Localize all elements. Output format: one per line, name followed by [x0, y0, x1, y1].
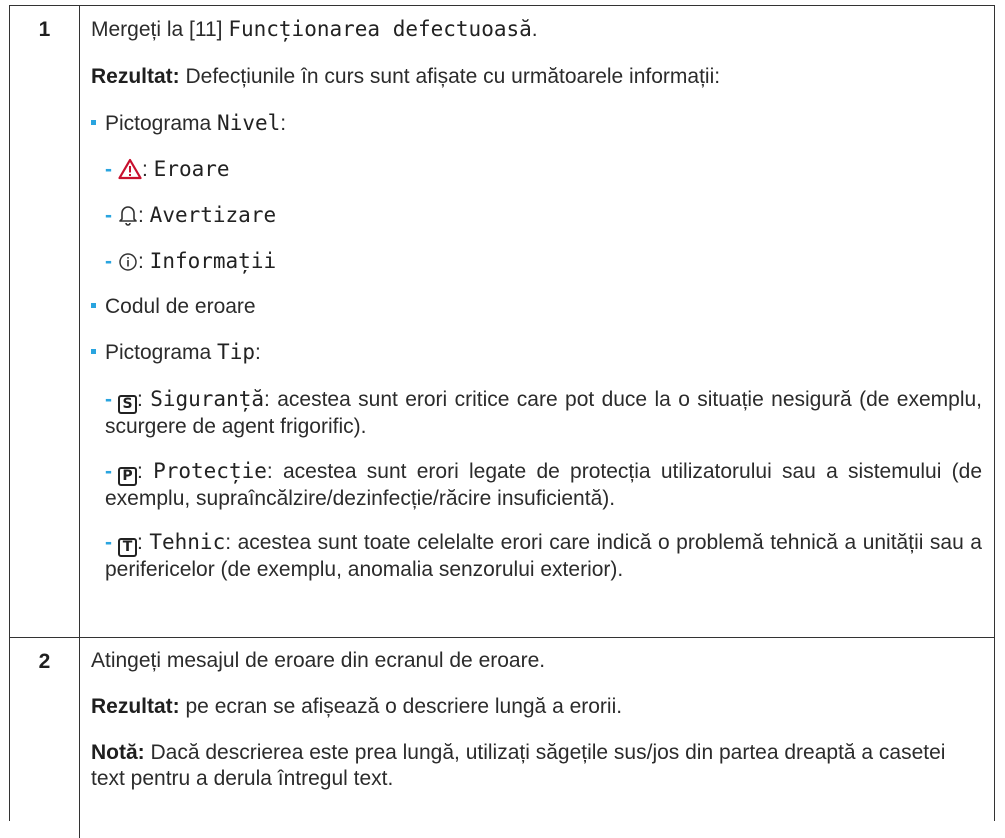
step-text: Mergeți la [11] [91, 18, 229, 41]
dash-marker: - [105, 388, 112, 411]
level-prefix: Pictograma [105, 112, 218, 135]
type-description: : acestea sunt toate celelalte erori car… [105, 531, 982, 581]
result-line: Rezultat: pe ecran se afișează o descrie… [91, 694, 982, 720]
note-text: Dacă descrierea este prea lungă, utiliza… [91, 741, 946, 790]
type-suffix: : [254, 341, 261, 364]
dash-marker: - [105, 158, 112, 181]
step-instruction: Atingeți mesajul de eroare din ecranul d… [91, 648, 982, 674]
step-number: 1 [38, 18, 51, 41]
list-item: -S: Siguranță: acestea sunt erori critic… [105, 387, 983, 438]
note-label: Notă: [91, 741, 145, 764]
level-suffix: : [280, 112, 287, 135]
result-label: Rezultat: [91, 695, 180, 718]
table-row: 2 Atingeți mesajul de eroare din ecranul… [10, 638, 994, 838]
list-item: -P: Protecție: acestea sunt erori legate… [105, 459, 982, 510]
error-code-text: Codul de eroare [105, 295, 256, 318]
dash-marker: - [105, 250, 112, 273]
dash-marker: - [105, 460, 112, 483]
step-number: 2 [38, 650, 51, 673]
table-row: 1 Mergeți la [11] Funcționarea defectuoa… [10, 6, 994, 638]
list-item: -: Eroare [105, 156, 982, 187]
bullet-icon [91, 302, 96, 308]
dash-marker: - [105, 531, 112, 554]
type-label: Protecție [153, 459, 267, 483]
result-line: Rezultat: Defecțiunile în curs sunt afiș… [91, 64, 982, 90]
bullet-icon [91, 119, 96, 125]
step-text: Atingeți mesajul de eroare din ecranul d… [91, 649, 546, 672]
list-item: Pictograma Tip: [91, 339, 982, 366]
list-item: -: Informații [105, 248, 982, 279]
step-number-cell: 2 [10, 638, 80, 838]
menu-name: Funcționarea defectuoasă [228, 17, 532, 41]
result-text: pe ecran se afișează o descriere lungă a… [179, 695, 623, 718]
step-instruction: Mergeți la [11] Funcționarea defectuoasă… [91, 16, 982, 43]
protection-icon: P [118, 467, 137, 486]
level-name: Nivel [217, 111, 281, 135]
list-item: Codul de eroare [91, 294, 982, 320]
list-item: -: Avertizare [105, 202, 982, 233]
step-suffix: . [531, 18, 538, 41]
level-label: Eroare [153, 157, 230, 181]
type-label: Tehnic [149, 530, 226, 554]
result-label: Rezultat: [91, 65, 180, 88]
procedure-table: 1 Mergeți la [11] Funcționarea defectuoa… [9, 5, 995, 838]
type-name: Tip [217, 340, 255, 364]
result-text: Defecțiunile în curs sunt afișate cu urm… [179, 65, 721, 88]
bullet-icon [91, 348, 96, 354]
list-item: -T: Tehnic: acestea sunt toate celelalte… [105, 530, 982, 581]
type-label: Siguranță [150, 387, 265, 411]
list-item: Pictograma Nivel: [91, 110, 982, 137]
level-label: Avertizare [149, 203, 277, 227]
dash-marker: - [105, 204, 112, 227]
bell-icon [118, 204, 138, 233]
technical-icon: T [118, 538, 137, 557]
info-circle-icon [118, 252, 138, 279]
type-prefix: Pictograma [105, 341, 218, 364]
safety-icon: S [118, 395, 137, 414]
level-label: Informații [149, 249, 277, 273]
step-number-cell: 1 [10, 6, 80, 637]
warning-triangle-icon [118, 158, 142, 187]
note-line: Notă: Dacă descrierea este prea lungă, u… [91, 740, 972, 792]
